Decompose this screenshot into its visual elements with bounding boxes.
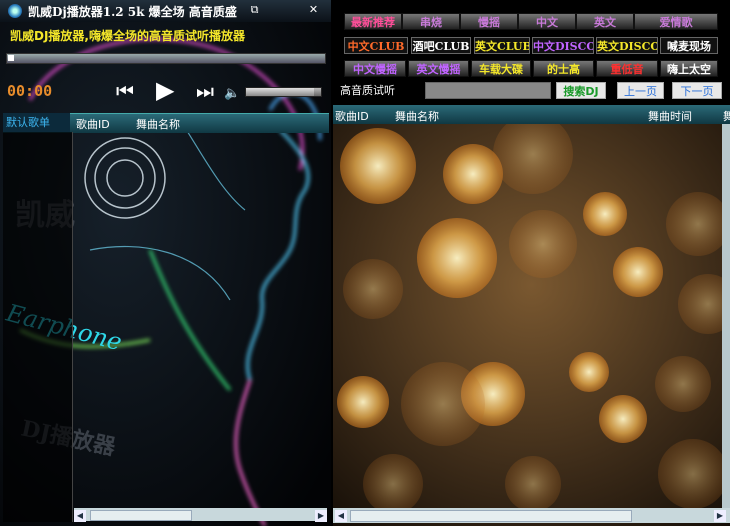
category-button[interactable]: 重低音 xyxy=(596,60,658,77)
restore-icon[interactable]: ⧉ xyxy=(247,3,262,17)
category-button[interactable]: 英文DISCO xyxy=(596,37,658,54)
app-title: 凯威Dj播放器1.2 5k 爆全场 高音质盛 xyxy=(28,5,237,19)
volume-slider[interactable] xyxy=(245,87,322,97)
search-input[interactable] xyxy=(425,82,551,99)
song-list-column-id[interactable]: 歌曲ID xyxy=(335,108,369,124)
category-button[interactable]: 喊麦现场 xyxy=(660,37,718,54)
category-button[interactable]: 车载大碟 xyxy=(471,60,531,77)
progress-thumb[interactable] xyxy=(8,55,14,61)
song-browser-window xyxy=(333,0,730,526)
category-button[interactable]: 中文DISCO xyxy=(532,37,594,54)
song-list-scroll-thumb[interactable] xyxy=(350,510,632,522)
app-logo-icon xyxy=(8,4,22,18)
category-button[interactable]: 酒吧CLUB xyxy=(411,37,471,54)
scroll-left-icon[interactable]: ◀ xyxy=(335,510,347,522)
category-button[interactable]: 英文CLUB xyxy=(474,37,530,54)
category-button[interactable]: 慢摇 xyxy=(460,13,518,30)
close-icon[interactable]: ✕ xyxy=(306,3,321,17)
prev-track-icon[interactable]: ⏮ xyxy=(116,81,134,101)
volume-icon[interactable]: 🔈 xyxy=(224,84,240,104)
player-window: 凯威 Earphone DJ播放器 凯威Dj播放器1.2 5k 爆全场 高音质盛… xyxy=(0,0,331,526)
time-display: 00:00 xyxy=(7,82,53,100)
song-list-column-name[interactable]: 舞曲名称 xyxy=(395,108,439,124)
playlist-scroll-left-icon[interactable]: ◀ xyxy=(74,510,86,522)
volume-fill xyxy=(246,88,314,96)
player-slogan: 凯威DJ播放器,嗨爆全场的高音质试听播放器 xyxy=(10,29,245,43)
category-button[interactable]: 嗨上太空 xyxy=(660,60,718,77)
category-button[interactable]: 英文慢摇 xyxy=(408,60,469,77)
category-button[interactable]: 中文慢摇 xyxy=(344,60,406,77)
category-button[interactable]: 爱情歌 xyxy=(634,13,718,30)
progress-slider[interactable] xyxy=(6,53,326,64)
category-button[interactable]: 中文CLUB xyxy=(344,37,408,54)
bokeh-background-art xyxy=(333,124,730,526)
playlist-scroll-thumb[interactable] xyxy=(90,510,192,521)
next-page-button[interactable]: 下一页 xyxy=(672,82,722,99)
playlist-column-name[interactable]: 舞曲名称 xyxy=(136,116,180,132)
song-list-vertical-scrollbar[interactable] xyxy=(722,124,730,509)
next-track-icon[interactable]: ⏭ xyxy=(196,81,214,101)
category-button[interactable]: 中文 xyxy=(518,13,576,30)
hq-listen-label: 高音质试听 xyxy=(340,84,395,97)
playlist-scroll-right-icon[interactable]: ▶ xyxy=(315,510,327,522)
category-button[interactable]: 的士高 xyxy=(533,60,594,77)
playlist-column-id[interactable]: 歌曲ID xyxy=(76,116,110,132)
scroll-right-icon[interactable]: ▶ xyxy=(714,510,726,522)
song-list-column-time[interactable]: 舞曲时间 xyxy=(648,108,692,124)
song-list-column-more[interactable]: 舞 xyxy=(723,108,730,124)
playlist-tab-default[interactable]: 默认歌单 xyxy=(3,113,70,132)
category-button[interactable]: 串烧 xyxy=(402,13,460,30)
playlist-sidebar xyxy=(3,132,73,522)
play-icon[interactable]: ▶ xyxy=(156,78,174,102)
search-dj-button[interactable]: 搜索DJ xyxy=(556,82,606,99)
category-button[interactable]: 英文 xyxy=(576,13,634,30)
prev-page-button[interactable]: 上一页 xyxy=(617,82,664,99)
category-button[interactable]: 最新推荐 xyxy=(344,13,402,30)
